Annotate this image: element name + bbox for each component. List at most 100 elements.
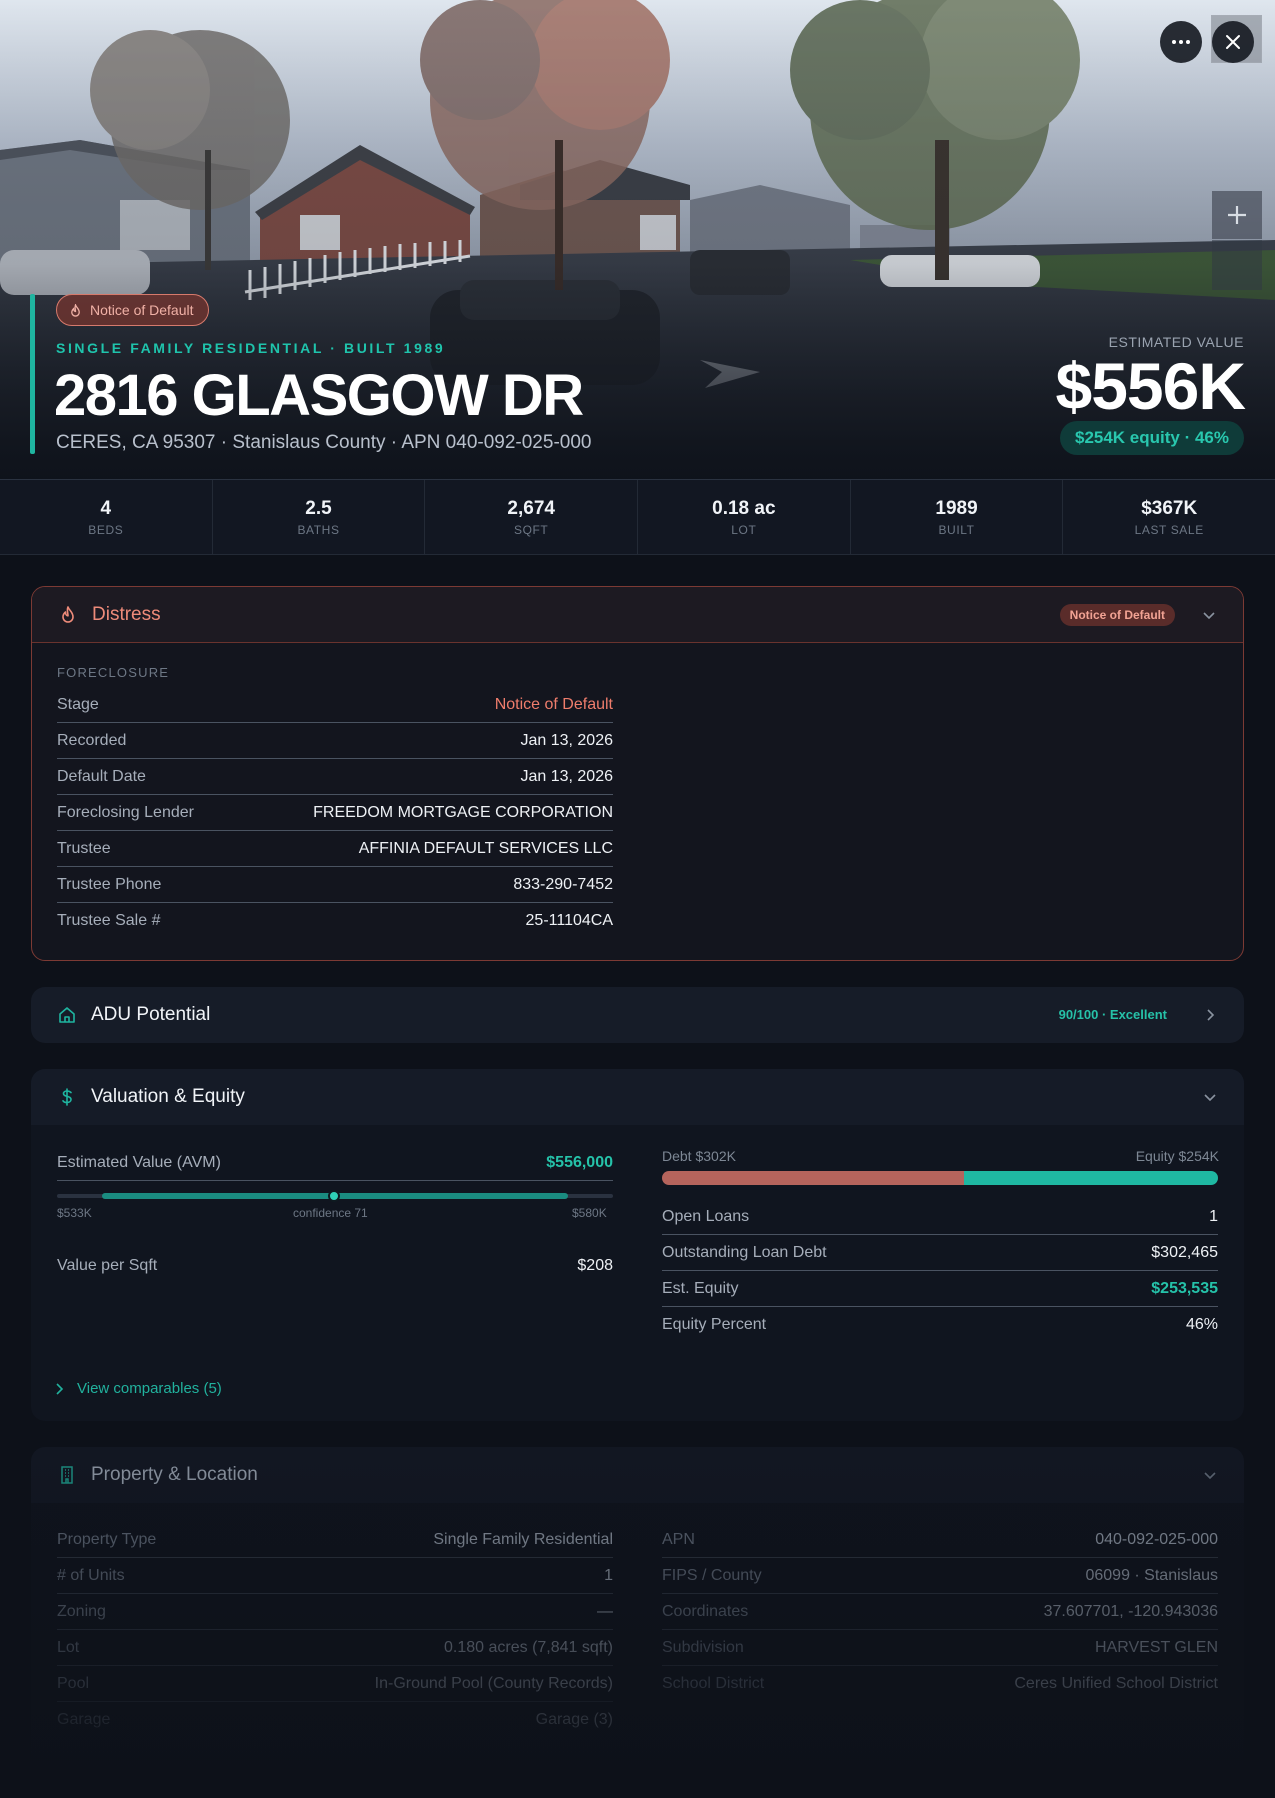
- row-key: Trustee Sale #: [57, 912, 161, 929]
- row-value: 06099 · Stanislaus: [1085, 1566, 1218, 1584]
- row-key: Default Date: [57, 767, 146, 785]
- property-row-apn: APN 040-092-025-000: [662, 1522, 1218, 1558]
- property-row-coordinates: Coordinates 37.607701, -120.943036: [662, 1594, 1218, 1630]
- chevron-down-icon[interactable]: [1202, 1089, 1218, 1105]
- loan-debt-row: Outstanding Loan Debt $302,465: [662, 1235, 1218, 1271]
- valuation-card-title: Valuation & Equity: [91, 1086, 245, 1107]
- row-key: Value per Sqft: [57, 1257, 158, 1274]
- distress-status-label: Notice of Default: [90, 302, 194, 318]
- distress-stage-badge: Notice of Default: [1059, 604, 1175, 626]
- row-key: Stage: [57, 695, 99, 713]
- stat-label: BATHS: [297, 522, 340, 537]
- row-value: Garage (3): [535, 1711, 613, 1728]
- property-type-subtitle: SINGLE FAMILY RESIDENTIAL · BUILT 1989: [56, 340, 446, 356]
- stat-label: BEDS: [88, 522, 124, 537]
- stat-sqft: 2,674 SQFT: [425, 480, 639, 554]
- avm-range-low: $533K: [57, 1206, 92, 1220]
- property-detail-view: Notice of Default SINGLE FAMILY RESIDENT…: [0, 0, 1275, 1798]
- row-key: Subdivision: [662, 1638, 744, 1656]
- adu-card-header[interactable]: ADU Potential 90/100 · Excellent: [31, 987, 1244, 1043]
- row-key: School District: [662, 1675, 765, 1692]
- property-location-line: CERES, CA 95307 · Stanislaus County · AP…: [56, 432, 592, 453]
- adu-score: 90/100 · Excellent: [1058, 1007, 1167, 1022]
- distress-card-header[interactable]: Distress Notice of Default: [32, 587, 1243, 643]
- stat-value: 4: [100, 497, 112, 519]
- close-button[interactable]: [1212, 21, 1254, 63]
- est-equity-row: Est. Equity $253,535: [662, 1271, 1218, 1307]
- row-key: Trustee: [57, 839, 111, 857]
- foreclosure-row-lender: Foreclosing Lender FREEDOM MORTGAGE CORP…: [57, 795, 613, 831]
- valuation-card-header[interactable]: Valuation & Equity: [31, 1069, 1244, 1125]
- stat-label: LOT: [731, 522, 757, 537]
- chevron-right-icon: [56, 1382, 64, 1395]
- row-key: Equity Percent: [662, 1316, 767, 1333]
- adu-potential-card[interactable]: ADU Potential 90/100 · Excellent: [31, 987, 1244, 1043]
- row-key: Recorded: [57, 731, 127, 749]
- row-value: 25-11104CA: [525, 912, 613, 929]
- chevron-down-icon[interactable]: [1202, 1467, 1218, 1483]
- foreclosure-row-default-date: Default Date Jan 13, 2026: [57, 759, 613, 795]
- foreclosure-row-trustee: Trustee AFFINIA DEFAULT SERVICES LLC: [57, 831, 613, 867]
- property-row-units: # of Units 1: [57, 1558, 613, 1594]
- home-icon: [59, 1007, 75, 1023]
- zoom-out-button[interactable]: [1212, 240, 1262, 290]
- zoom-in-button[interactable]: [1212, 191, 1262, 239]
- property-row-lot: Lot 0.180 acres (7,841 sqft): [57, 1630, 613, 1666]
- equity-label: Equity $254K: [1135, 1148, 1219, 1164]
- row-key: APN: [662, 1530, 695, 1548]
- more-options-button[interactable]: [1160, 21, 1202, 63]
- row-value: $208: [577, 1257, 613, 1274]
- row-key: Est. Equity: [662, 1279, 739, 1297]
- stat-built: 1989 BUILT: [851, 480, 1064, 554]
- chevron-down-icon[interactable]: [1201, 607, 1217, 623]
- row-key: Foreclosing Lender: [57, 803, 194, 821]
- stat-value: 0.18 ac: [712, 497, 776, 519]
- open-loans-row: Open Loans 1: [662, 1199, 1218, 1235]
- property-row-garage: Garage Garage (3): [57, 1702, 613, 1738]
- view-comparables-link[interactable]: View comparables (5): [55, 1380, 222, 1397]
- row-key: FIPS / County: [662, 1566, 762, 1584]
- property-row-zoning: Zoning —: [57, 1594, 613, 1630]
- property-address-title: 2816 GLASGOW DR: [54, 363, 584, 428]
- row-value: 040-092-025-000: [1095, 1530, 1218, 1548]
- row-value: In-Ground Pool (County Records): [374, 1674, 613, 1692]
- row-value: Notice of Default: [494, 695, 613, 713]
- avm-row: Estimated Value (AVM) $556,000: [57, 1145, 613, 1181]
- stat-value: 1989: [935, 497, 978, 519]
- row-value: HARVEST GLEN: [1094, 1638, 1218, 1656]
- row-key: # of Units: [57, 1566, 125, 1584]
- row-value: 1: [1209, 1207, 1218, 1225]
- row-key: Lot: [57, 1638, 80, 1656]
- close-icon: [1226, 35, 1240, 49]
- foreclosure-row-recorded: Recorded Jan 13, 2026: [57, 723, 613, 759]
- distress-card-title: Distress: [92, 603, 161, 625]
- property-row-fips: FIPS / County 06099 · Stanislaus: [662, 1558, 1218, 1594]
- row-key: Coordinates: [662, 1602, 749, 1620]
- avm-range-marker: [328, 1190, 340, 1202]
- estimated-value: $556K: [1055, 349, 1246, 423]
- row-value: FREEDOM MORTGAGE CORPORATION: [313, 803, 613, 821]
- property-row-pool: Pool In-Ground Pool (County Records): [57, 1666, 613, 1702]
- stat-lot: 0.18 ac LOT: [638, 480, 851, 554]
- hero-accent-bar: [30, 294, 35, 454]
- chevron-right-icon[interactable]: [1202, 1007, 1218, 1023]
- view-comparables-label: View comparables (5): [77, 1380, 222, 1397]
- row-value: 46%: [1185, 1316, 1218, 1333]
- foreclosure-row-trustee-phone: Trustee Phone 833-290-7452: [57, 867, 613, 903]
- distress-status-pill: Notice of Default: [56, 294, 209, 326]
- stat-label: BUILT: [938, 522, 975, 537]
- row-value: 0.180 acres (7,841 sqft): [444, 1638, 613, 1656]
- row-value: Ceres Unified School District: [1014, 1675, 1218, 1692]
- stat-last-sale: $367K LAST SALE: [1063, 480, 1275, 554]
- equity-segment: [964, 1171, 1218, 1185]
- hero-street-view[interactable]: Notice of Default SINGLE FAMILY RESIDENT…: [0, 0, 1275, 480]
- row-value: Single Family Residential: [433, 1530, 613, 1548]
- row-value: 1: [604, 1566, 613, 1584]
- property-card-header[interactable]: Property & Location: [31, 1447, 1244, 1503]
- more-dots-icon: [1172, 40, 1190, 44]
- row-key: Estimated Value (AVM): [57, 1153, 221, 1171]
- stat-label: LAST SALE: [1134, 522, 1204, 537]
- stat-baths: 2.5 BATHS: [213, 480, 426, 554]
- property-stats-bar: 4 BEDS 2.5 BATHS 2,674 SQFT 0.18 ac LOT …: [0, 480, 1275, 555]
- row-key: Pool: [57, 1674, 90, 1692]
